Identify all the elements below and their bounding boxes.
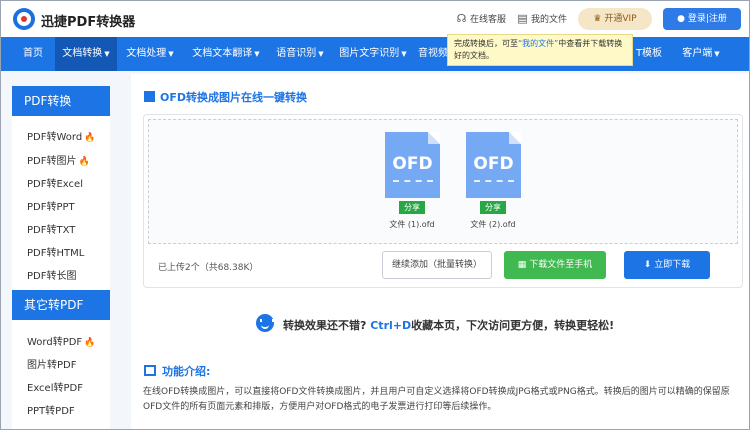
file-icon: ▤ <box>517 12 528 25</box>
upload-summary: 已上传2个（共68.38K） <box>158 263 259 273</box>
my-files-link[interactable]: ▤ 我的文件 <box>516 12 567 25</box>
my-files-label: 我的文件 <box>531 15 568 25</box>
brand-name[interactable]: 迅捷PDF转换器 <box>41 11 135 30</box>
logo-icon[interactable] <box>13 8 35 30</box>
hot-icon: 🔥 <box>78 157 90 167</box>
nav-home[interactable]: 首页 <box>13 37 53 71</box>
hot-icon: 🔥 <box>84 338 96 348</box>
sidebar-group-pdf-convert: PDF转换 <box>12 86 110 116</box>
upload-panel: OFD 分享 文件 (1).ofd OFD 分享 文件 (2).ofd 已上传2… <box>143 114 743 288</box>
hot-icon: 🔥 <box>84 133 96 143</box>
info-card-icon <box>144 365 156 376</box>
chevron-down-icon: ▼ <box>254 50 260 58</box>
file-card[interactable]: OFD 分享 文件 (2).ofd <box>452 132 532 237</box>
main-content: OFD转换成图片在线一键转换 OFD 分享 文件 (1).ofd OFD 分享 … <box>131 74 749 429</box>
online-service-link[interactable]: ☊ 在线客服 <box>455 12 506 25</box>
nav-ocr[interactable]: 图片文字识别 ▼ <box>334 37 412 71</box>
file-card[interactable]: OFD 分享 文件 (1).ofd <box>371 132 451 237</box>
sidebar-item-pdf-to-image[interactable]: PDF转图片 🔥 <box>27 152 90 167</box>
nav-speech[interactable]: 语音识别 ▼ <box>269 37 331 71</box>
qr-code-icon: ▦ <box>517 260 527 270</box>
sidebar-item-pdf-to-long-image[interactable]: PDF转长图 <box>27 267 76 282</box>
bookmark-tip: 转换效果还不错? Ctrl+D收藏本页，下次访问更方便，转换更轻松! <box>283 319 615 332</box>
ofd-file-icon: OFD <box>385 132 440 198</box>
chevron-down-icon: ▼ <box>401 50 407 58</box>
sidebar-item-pdf-to-ppt[interactable]: PDF转PPT <box>27 198 75 213</box>
sidebar-item-image-to-pdf[interactable]: 图片转PDF <box>27 356 76 371</box>
sidebar-group-to-pdf: 其它转PDF <box>12 290 110 320</box>
share-button[interactable]: 分享 <box>399 201 425 214</box>
download-icon: ⬇ <box>643 260 652 270</box>
nav-av[interactable]: 音视频 <box>415 37 451 71</box>
login-button[interactable]: ● 登录|注册 <box>663 8 741 30</box>
title-marker-icon <box>144 91 155 102</box>
smile-icon <box>256 314 274 332</box>
vip-button[interactable]: ♛ 开通VIP <box>578 8 652 30</box>
sidebar-item-pdf-to-txt[interactable]: PDF转TXT <box>27 221 75 236</box>
download-to-phone-button[interactable]: ▦ 下载文件至手机 <box>504 251 606 279</box>
file-name: 文件 (1).ofd <box>389 220 435 229</box>
chevron-down-icon: ▼ <box>104 50 110 58</box>
file-name: 文件 (2).ofd <box>470 220 516 229</box>
ofd-file-icon: OFD <box>466 132 521 198</box>
main-nav: 首页 文档转换 ▼ 文档处理 ▼ 文档文本翻译 ▼ 语音识别 ▼ 图片文字识别 ▼ 音视频… <box>1 37 749 71</box>
continue-add-button[interactable]: 继续添加（批量转换） <box>382 251 492 279</box>
headset-icon: ☊ <box>456 12 467 25</box>
vip-label: 开通VIP <box>604 14 637 24</box>
sidebar-item-pdf-to-html[interactable]: PDF转HTML <box>27 244 84 259</box>
top-bar: 迅捷PDF转换器 ☊ 在线客服 ▤ 我的文件 ♛ 开通VIP ● 登录|注册 <box>1 1 749 37</box>
sidebar-item-pdf-to-excel[interactable]: PDF转Excel <box>27 175 83 190</box>
chevron-down-icon: ▼ <box>714 50 720 58</box>
sidebar-item-ppt-to-pdf[interactable]: PPT转PDF <box>27 402 75 417</box>
file-dropzone[interactable]: OFD 分享 文件 (1).ofd OFD 分享 文件 (2).ofd <box>148 119 738 244</box>
nav-client[interactable]: 客户端 ▼ <box>675 37 727 71</box>
my-files-tooltip: 完成转换后，可至“我的文件”中查看并下载转换好的文档。 <box>447 34 633 66</box>
page: 迅捷PDF转换器 ☊ 在线客服 ▤ 我的文件 ♛ 开通VIP ● 登录|注册 首页 … <box>0 0 750 430</box>
sidebar-item-excel-to-pdf[interactable]: Excel转PDF <box>27 379 83 394</box>
chevron-down-icon: ▼ <box>168 50 174 58</box>
page-title: OFD转换成图片在线一键转换 <box>144 89 307 105</box>
chevron-down-icon: ▼ <box>318 50 324 58</box>
nav-template[interactable]: T模板 <box>629 37 669 71</box>
download-now-button[interactable]: ⬇ 立即下载 <box>624 251 710 279</box>
online-service-label: 在线客服 <box>470 15 507 25</box>
user-icon: ● <box>677 14 685 24</box>
login-label: 登录|注册 <box>687 14 727 24</box>
share-button[interactable]: 分享 <box>480 201 506 214</box>
sidebar-item-word-to-pdf[interactable]: Word转PDF 🔥 <box>27 333 95 348</box>
intro-title: 功能介绍: <box>144 363 210 379</box>
intro-text: 在线OFD转换成图片，可以直接将OFD文件转换成图片，并且用户可自定义选择将OF… <box>143 387 730 412</box>
nav-doc-translate[interactable]: 文档文本翻译 ▼ <box>185 37 267 71</box>
crown-icon: ♛ <box>593 14 602 24</box>
nav-doc-process[interactable]: 文档处理 ▼ <box>119 37 181 71</box>
sidebar: PDF转换 PDF转Word 🔥 PDF转图片 🔥 PDF转Excel PDF转PP… <box>12 86 110 429</box>
sidebar-item-pdf-to-word[interactable]: PDF转Word 🔥 <box>27 128 95 143</box>
nav-doc-convert[interactable]: 文档转换 ▼ <box>55 37 117 71</box>
